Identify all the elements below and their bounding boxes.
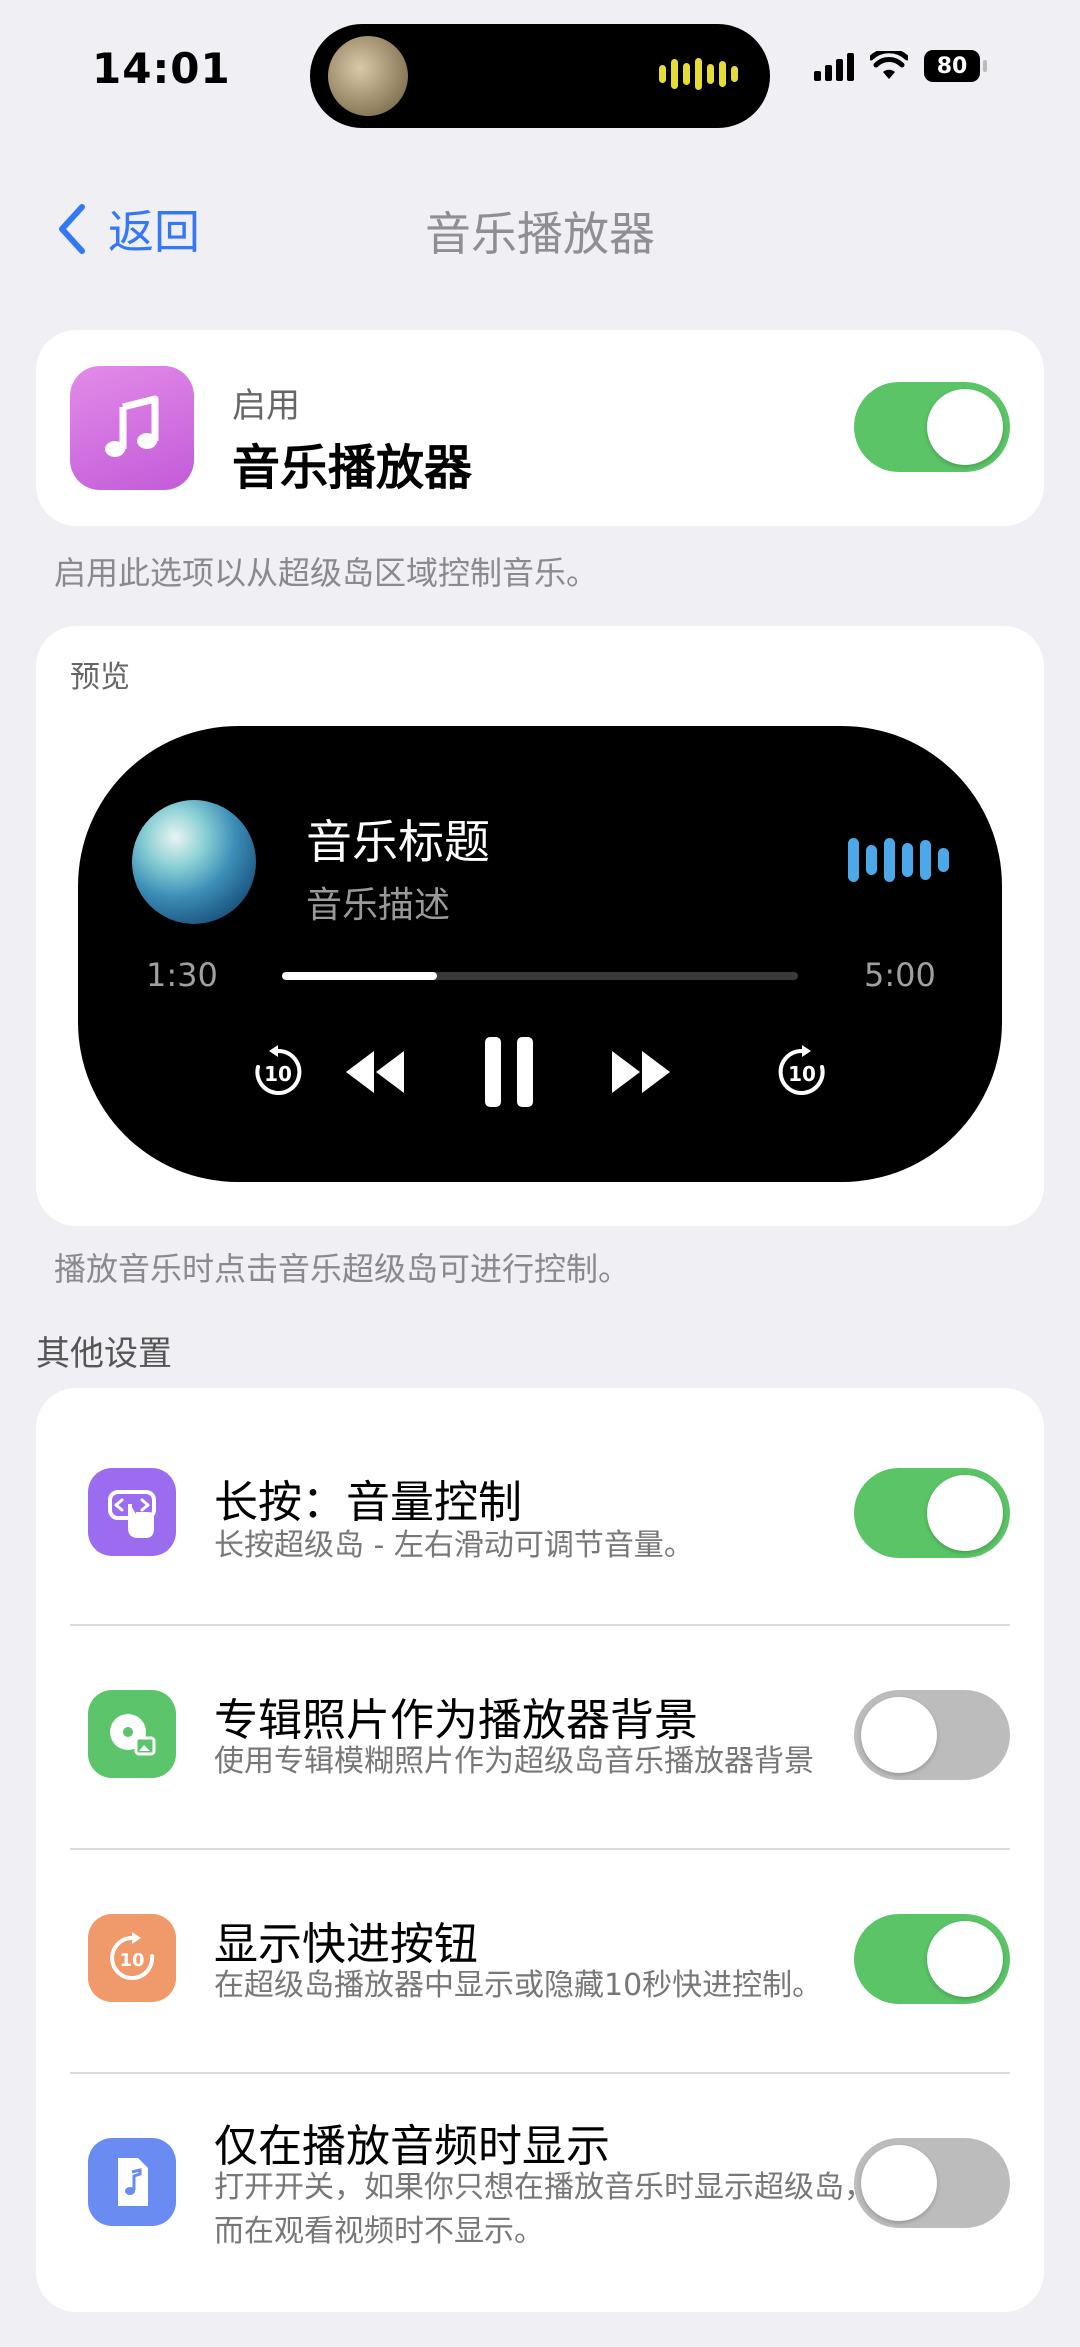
audio-only-toggle[interactable] xyxy=(854,2138,1010,2228)
toggle-knob xyxy=(861,2145,937,2221)
setting-row-audio-only[interactable]: 仅在播放音频时显示 打开开关，如果你只想在播放音乐时显示超级岛，而在观看视频时不… xyxy=(36,2074,1044,2312)
setting-row-volume-control[interactable]: 长按：音量控制 长按超级岛 - 左右滑动可调节音量。 xyxy=(36,1388,1044,1612)
wifi-icon xyxy=(870,51,908,79)
skip-buttons-toggle[interactable] xyxy=(854,1914,1010,2004)
enable-toggle[interactable] xyxy=(854,382,1010,472)
rewind-10-icon: 10 xyxy=(255,1045,302,1095)
status-icons: 80 xyxy=(814,50,987,82)
toggle-knob xyxy=(927,1921,1003,1997)
setting-title: 专辑照片作为播放器背景 xyxy=(214,1695,698,1746)
forward-10-icon: 10 xyxy=(778,1045,825,1095)
previous-track-button[interactable] xyxy=(340,1032,410,1112)
other-settings-heading: 其他设置 xyxy=(36,1334,172,1374)
album-photo-icon xyxy=(88,1690,176,1778)
now-playing-thumbnail xyxy=(328,36,408,116)
setting-description: 打开开关，如果你只想在播放音乐时显示超级岛，而在观看视频时不显示。 xyxy=(214,2170,874,2249)
setting-description: 在超级岛播放器中显示或隐藏10秒快进控制。 xyxy=(214,1968,823,2003)
player-preview[interactable]: 音乐标题 音乐描述 1:30 5:00 10 10 xyxy=(78,726,1002,1182)
skip-10-icon: 10 xyxy=(88,1914,176,2002)
total-duration: 5:00 xyxy=(864,956,936,994)
preview-label: 预览 xyxy=(70,660,130,695)
toggle-knob xyxy=(861,1697,937,1773)
song-title: 音乐标题 xyxy=(306,815,490,869)
toggle-knob xyxy=(927,389,1003,465)
previous-icon xyxy=(346,1051,404,1093)
enable-card: 启用 音乐播放器 xyxy=(36,330,1044,526)
status-time: 14:01 xyxy=(92,44,231,93)
rewind-10-button[interactable]: 10 xyxy=(248,1032,308,1112)
album-background-toggle[interactable] xyxy=(854,1690,1010,1780)
song-description: 音乐描述 xyxy=(306,885,451,926)
enable-footnote: 启用此选项以从超级岛区域控制音乐。 xyxy=(54,554,599,592)
svg-text:10: 10 xyxy=(788,1062,816,1086)
pause-button[interactable] xyxy=(474,1032,544,1112)
hand-gesture-icon xyxy=(88,1468,176,1556)
elapsed-time: 1:30 xyxy=(146,956,218,994)
next-icon xyxy=(612,1051,670,1093)
forward-10-button[interactable]: 10 xyxy=(772,1032,832,1112)
setting-description: 长按超级岛 - 左右滑动可调节音量。 xyxy=(214,1528,694,1563)
other-settings-card: 长按：音量控制 长按超级岛 - 左右滑动可调节音量。 专辑照片作为播放器背景 使… xyxy=(36,1388,1044,2312)
signal-icon xyxy=(814,51,854,81)
progress-fill xyxy=(282,972,437,980)
enable-title: 音乐播放器 xyxy=(232,440,473,496)
album-cover xyxy=(132,800,256,924)
setting-title: 显示快进按钮 xyxy=(214,1919,478,1970)
audio-wave-icon xyxy=(659,58,738,90)
page-title: 音乐播放器 xyxy=(425,207,655,261)
setting-title: 长按：音量控制 xyxy=(214,1477,522,1528)
music-app-icon xyxy=(70,366,194,490)
pause-icon xyxy=(485,1037,533,1107)
dynamic-island[interactable] xyxy=(310,24,770,128)
svg-text:10: 10 xyxy=(119,1950,144,1971)
next-track-button[interactable] xyxy=(606,1032,676,1112)
setting-description: 使用专辑模糊照片作为超级岛音乐播放器背景 xyxy=(214,1744,814,1779)
preview-footnote: 播放音乐时点击音乐超级岛可进行控制。 xyxy=(54,1250,631,1288)
preview-card: 预览 音乐标题 音乐描述 1:30 5:00 10 10 xyxy=(36,626,1044,1226)
audio-wave-icon xyxy=(848,838,949,882)
setting-row-album-background[interactable]: 专辑照片作为播放器背景 使用专辑模糊照片作为超级岛音乐播放器背景 xyxy=(36,1626,1044,1848)
volume-control-toggle[interactable] xyxy=(854,1468,1010,1558)
music-file-icon xyxy=(88,2138,176,2226)
progress-bar[interactable] xyxy=(282,972,798,980)
toggle-knob xyxy=(927,1475,1003,1551)
setting-row-skip-buttons[interactable]: 10 显示快进按钮 在超级岛播放器中显示或隐藏10秒快进控制。 xyxy=(36,1850,1044,2072)
enable-subtitle: 启用 xyxy=(232,386,300,426)
setting-title: 仅在播放音频时显示 xyxy=(214,2121,610,2172)
battery-icon: 80 xyxy=(924,50,987,82)
svg-text:10: 10 xyxy=(264,1062,292,1086)
